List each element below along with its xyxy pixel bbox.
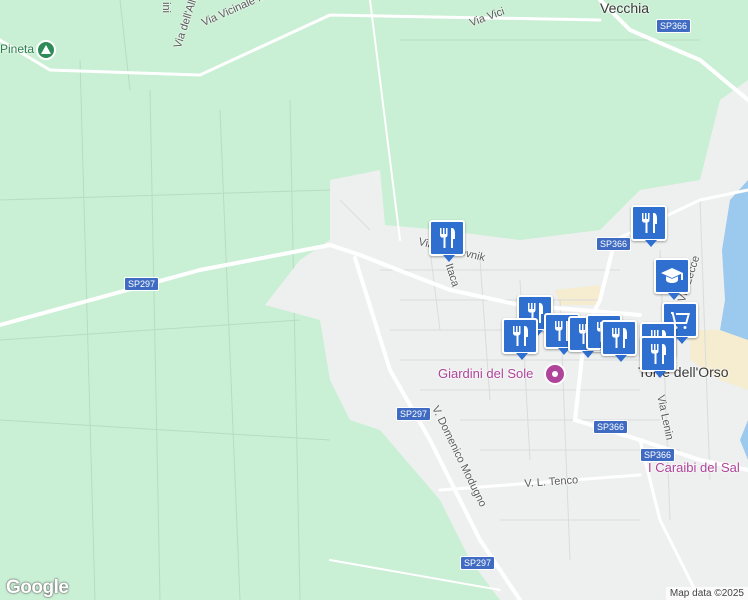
place-label-pineta: Pineta bbox=[0, 42, 35, 56]
graduation-cap-icon bbox=[661, 268, 683, 283]
school-marker[interactable] bbox=[654, 258, 690, 300]
road-shield-sp297: SP297 bbox=[396, 407, 432, 421]
road-shield-sp366: SP366 bbox=[593, 420, 629, 434]
fork-knife-icon bbox=[439, 228, 455, 248]
fork-knife-icon bbox=[641, 213, 657, 233]
map-attribution[interactable]: Map data ©2025 bbox=[665, 587, 748, 600]
restaurant-marker[interactable] bbox=[502, 318, 538, 360]
fork-knife-icon bbox=[611, 328, 627, 348]
road-shield-sp366: SP366 bbox=[656, 19, 692, 33]
restaurant-marker[interactable] bbox=[429, 220, 465, 262]
street-label-ini: ini bbox=[160, 2, 172, 14]
place-label-vecchia: Vecchia bbox=[600, 0, 650, 16]
campground-icon[interactable] bbox=[36, 40, 56, 60]
poi-label-i-caraibi-del-salento[interactable]: I Caraibi del Sal bbox=[648, 460, 740, 475]
road-shield-sp366: SP366 bbox=[640, 448, 676, 462]
flower-icon[interactable] bbox=[544, 363, 566, 385]
google-logo: Google bbox=[6, 577, 69, 598]
fork-knife-icon bbox=[512, 326, 528, 346]
road-shield-sp297: SP297 bbox=[460, 556, 496, 570]
road-shield-sp366: SP366 bbox=[596, 237, 632, 251]
restaurant-marker[interactable] bbox=[640, 336, 676, 378]
restaurant-marker[interactable] bbox=[601, 320, 637, 362]
fork-knife-icon bbox=[650, 344, 666, 364]
road-shield-sp297: SP297 bbox=[124, 277, 160, 291]
poi-label-giardini-del-sole[interactable]: Giardini del Sole bbox=[438, 366, 533, 381]
restaurant-marker[interactable] bbox=[631, 205, 667, 247]
map-canvas[interactable] bbox=[0, 0, 748, 600]
